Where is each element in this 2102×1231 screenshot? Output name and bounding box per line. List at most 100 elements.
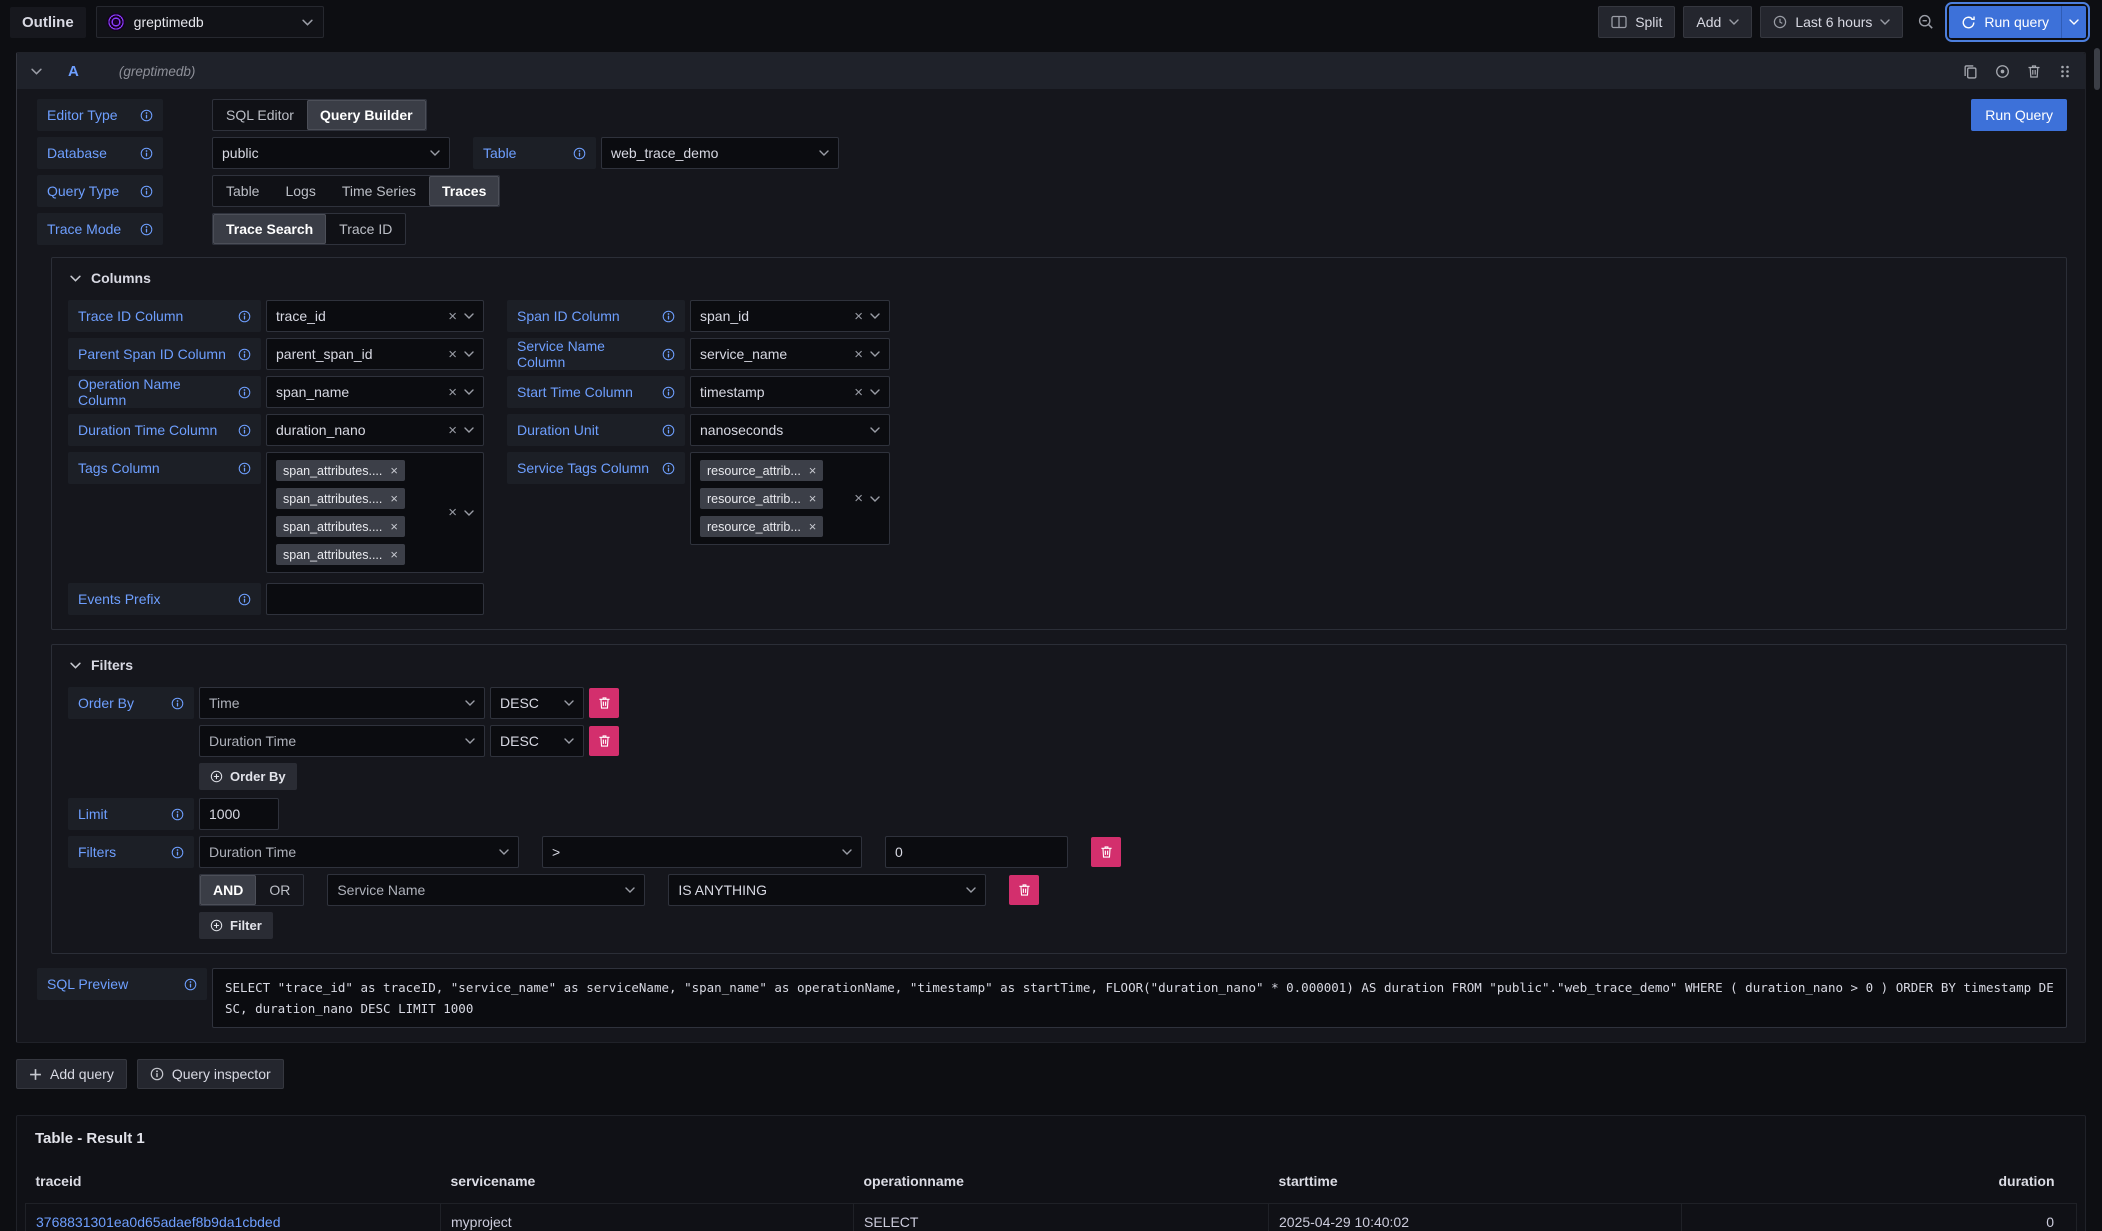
column-header-duration[interactable]: duration	[1682, 1165, 2077, 1204]
remove-filter-button[interactable]	[1091, 837, 1121, 867]
info-icon[interactable]	[238, 386, 251, 399]
duration-unit-select[interactable]: nanoseconds	[690, 414, 890, 446]
time-range-picker[interactable]: Last 6 hours	[1760, 6, 1903, 38]
span-id-column-select[interactable]: span_id ×	[690, 300, 890, 332]
query-inspector-button[interactable]: Query inspector	[137, 1059, 284, 1089]
trace-mode-option-traceid[interactable]: Trace ID	[326, 214, 405, 244]
operation-name-column-select[interactable]: span_name ×	[266, 376, 484, 408]
filter-operator-select[interactable]: >	[542, 836, 862, 868]
clear-icon[interactable]: ×	[448, 423, 457, 438]
zoom-out-time-button[interactable]	[1911, 6, 1941, 38]
service-tags-column-multiselect[interactable]: resource_attrib...× resource_attrib...× …	[690, 452, 890, 545]
info-icon[interactable]	[238, 462, 251, 475]
table-select[interactable]: web_trace_demo	[601, 137, 839, 169]
filters-section-header[interactable]: Filters	[70, 657, 2050, 673]
info-icon[interactable]	[662, 386, 675, 399]
column-header-operationname[interactable]: operationname	[854, 1165, 1269, 1204]
remove-query-icon[interactable]	[2027, 64, 2041, 79]
info-icon[interactable]	[238, 348, 251, 361]
query-row-header[interactable]: A (greptimedb)	[17, 53, 2085, 89]
clear-all-icon[interactable]: ×	[854, 491, 863, 506]
info-icon[interactable]	[171, 697, 184, 710]
remove-chip-icon[interactable]: ×	[809, 464, 817, 477]
query-type-option-timeseries[interactable]: Time Series	[329, 176, 429, 206]
info-icon[interactable]	[140, 109, 153, 122]
clear-icon[interactable]: ×	[448, 385, 457, 400]
service-tag-chip[interactable]: resource_attrib...×	[700, 516, 823, 537]
filter-logic-and[interactable]: AND	[200, 875, 256, 905]
disable-query-icon[interactable]	[1995, 64, 2010, 79]
parent-span-id-column-select[interactable]: parent_span_id ×	[266, 338, 484, 370]
info-icon[interactable]	[171, 808, 184, 821]
split-button[interactable]: Split	[1598, 6, 1675, 38]
order-by-direction-select[interactable]: DESC	[490, 687, 584, 719]
tag-chip[interactable]: span_attributes....×	[276, 488, 405, 509]
query-type-option-logs[interactable]: Logs	[272, 176, 328, 206]
add-filter-button[interactable]: Filter	[199, 912, 273, 939]
info-icon[interactable]	[662, 310, 675, 323]
duplicate-query-icon[interactable]	[1963, 64, 1978, 79]
clear-all-icon[interactable]: ×	[448, 505, 457, 520]
add-query-button[interactable]: Add query	[16, 1059, 127, 1089]
start-time-column-select[interactable]: timestamp ×	[690, 376, 890, 408]
filter-operator-select[interactable]: IS ANYTHING	[668, 874, 986, 906]
filter-value-input[interactable]	[885, 836, 1068, 868]
events-prefix-input[interactable]	[266, 583, 484, 615]
column-header-traceid[interactable]: traceid	[26, 1165, 441, 1204]
tag-chip[interactable]: span_attributes....×	[276, 460, 405, 481]
add-order-by-button[interactable]: Order By	[199, 763, 297, 790]
editor-type-option-builder[interactable]: Query Builder	[307, 100, 426, 130]
add-dropdown-button[interactable]: Add	[1683, 6, 1752, 38]
remove-chip-icon[interactable]: ×	[809, 520, 817, 533]
filter-field-select[interactable]: Service Name	[327, 874, 645, 906]
info-icon[interactable]	[171, 846, 184, 859]
info-icon[interactable]	[184, 978, 197, 991]
tag-chip[interactable]: span_attributes....×	[276, 516, 405, 537]
database-select[interactable]: public	[212, 137, 450, 169]
remove-filter-button[interactable]	[1009, 875, 1039, 905]
collapse-chevron-icon[interactable]	[31, 68, 42, 75]
info-icon[interactable]	[140, 223, 153, 236]
clear-icon[interactable]: ×	[448, 309, 457, 324]
run-query-button[interactable]: Run query	[1949, 6, 2062, 38]
trace-id-column-select[interactable]: trace_id ×	[266, 300, 484, 332]
order-by-field-select[interactable]: Time	[199, 687, 485, 719]
tags-column-multiselect[interactable]: span_attributes....× span_attributes....…	[266, 452, 484, 573]
info-icon[interactable]	[238, 424, 251, 437]
remove-order-by-button[interactable]	[589, 726, 619, 756]
column-header-starttime[interactable]: starttime	[1269, 1165, 1682, 1204]
order-by-direction-select[interactable]: DESC	[490, 725, 584, 757]
tag-chip[interactable]: span_attributes....×	[276, 544, 405, 565]
info-icon[interactable]	[238, 593, 251, 606]
info-icon[interactable]	[573, 147, 586, 160]
datasource-picker[interactable]: greptimedb	[96, 6, 324, 38]
remove-chip-icon[interactable]: ×	[390, 520, 398, 533]
clear-icon[interactable]: ×	[854, 309, 863, 324]
editor-type-option-sql[interactable]: SQL Editor	[213, 100, 307, 130]
duration-time-column-select[interactable]: duration_nano ×	[266, 414, 484, 446]
remove-chip-icon[interactable]: ×	[390, 548, 398, 561]
query-type-option-traces[interactable]: Traces	[429, 176, 499, 206]
remove-chip-icon[interactable]: ×	[809, 492, 817, 505]
filter-logic-or[interactable]: OR	[256, 875, 303, 905]
service-name-column-select[interactable]: service_name ×	[690, 338, 890, 370]
scrollbar-thumb[interactable]	[2094, 48, 2100, 90]
info-icon[interactable]	[140, 147, 153, 160]
limit-input[interactable]	[199, 798, 279, 830]
service-tag-chip[interactable]: resource_attrib...×	[700, 488, 823, 509]
query-type-option-table[interactable]: Table	[213, 176, 272, 206]
columns-section-header[interactable]: Columns	[70, 270, 2050, 286]
editor-run-query-button[interactable]: Run Query	[1971, 99, 2067, 131]
remove-order-by-button[interactable]	[589, 688, 619, 718]
run-query-options-button[interactable]	[2062, 6, 2086, 38]
order-by-field-select[interactable]: Duration Time	[199, 725, 485, 757]
clear-icon[interactable]: ×	[448, 347, 457, 362]
clear-icon[interactable]: ×	[854, 385, 863, 400]
remove-chip-icon[interactable]: ×	[390, 492, 398, 505]
column-header-servicename[interactable]: servicename	[441, 1165, 854, 1204]
filter-field-select[interactable]: Duration Time	[199, 836, 519, 868]
info-icon[interactable]	[662, 424, 675, 437]
trace-mode-option-search[interactable]: Trace Search	[213, 214, 326, 244]
remove-chip-icon[interactable]: ×	[390, 464, 398, 477]
outline-button[interactable]: Outline	[10, 7, 86, 38]
